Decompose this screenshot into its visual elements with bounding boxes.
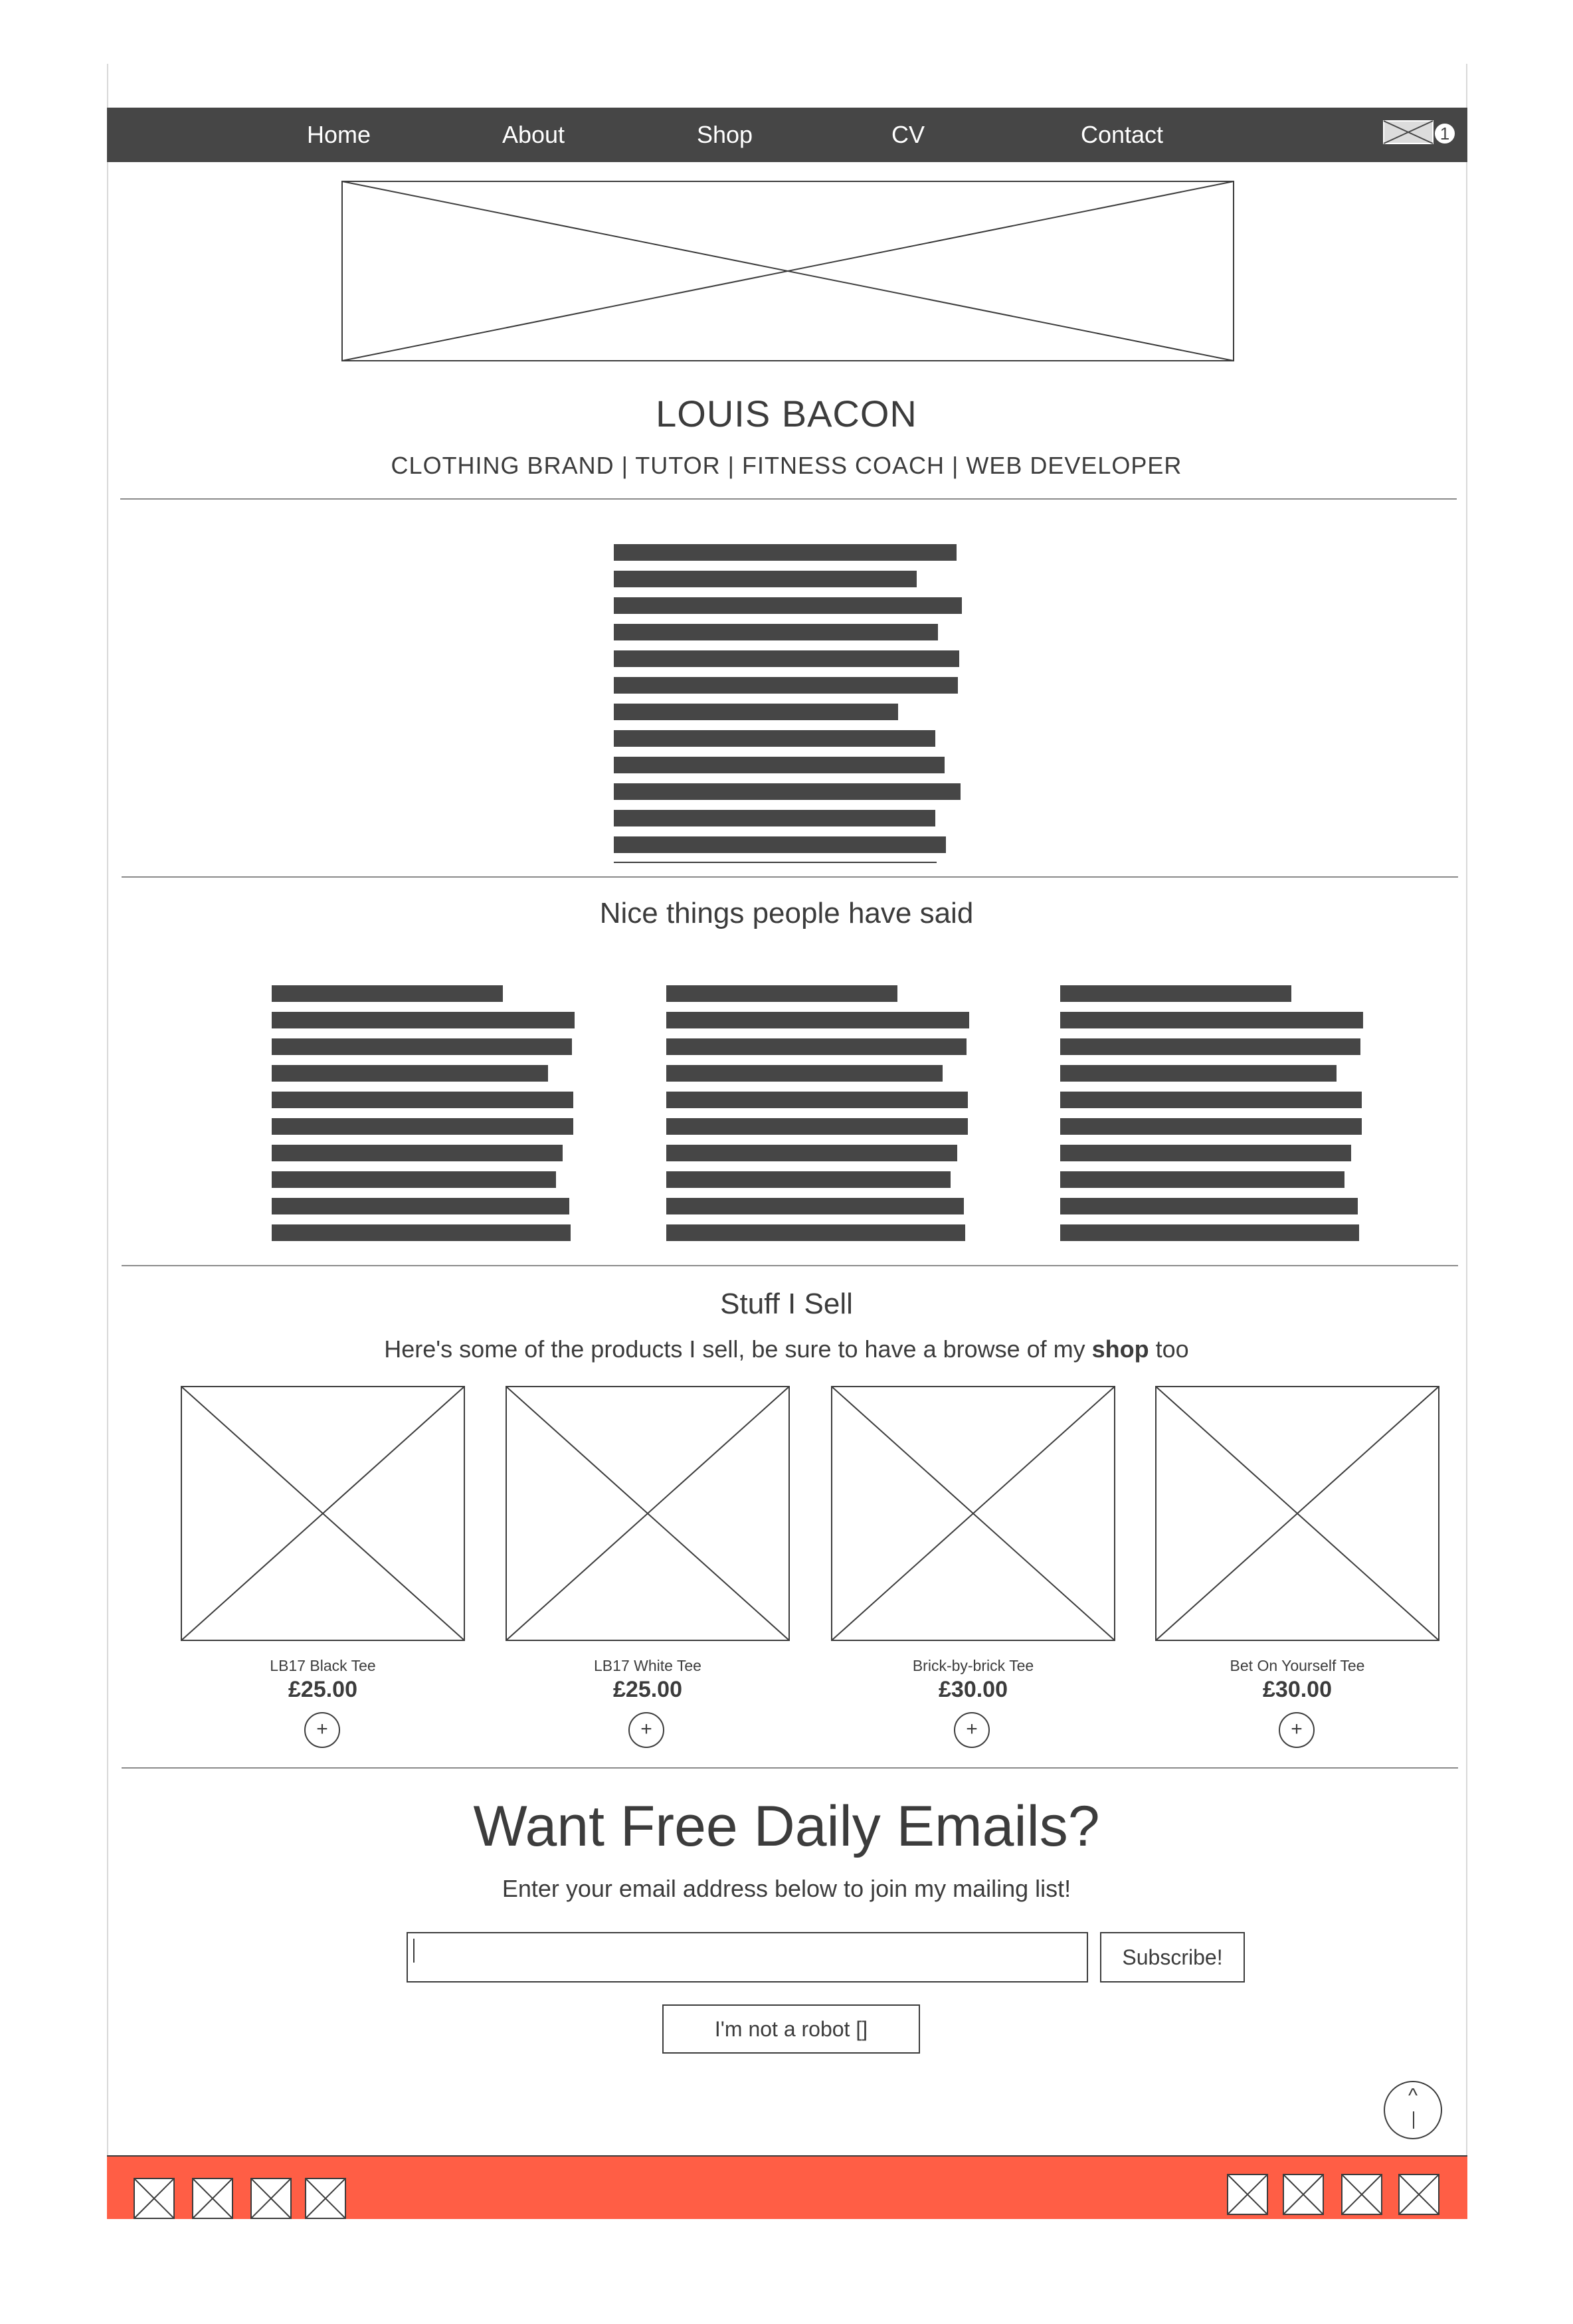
shop-link[interactable]: shop (1092, 1335, 1149, 1363)
text-line (1060, 1012, 1363, 1028)
text-line (272, 985, 503, 1002)
nav-home[interactable]: Home (307, 108, 371, 162)
text-line (666, 1171, 951, 1188)
social-icon[interactable] (250, 2178, 292, 2219)
social-icon[interactable] (134, 2178, 175, 2219)
add-to-cart-button[interactable]: + (304, 1712, 340, 1748)
shop-subtitle: Here's some of the products I sell, be s… (0, 1335, 1573, 1363)
envelope-icon[interactable] (1383, 120, 1434, 144)
social-icon[interactable] (305, 2178, 346, 2219)
text-line (614, 544, 957, 561)
hero-banner-image (341, 181, 1234, 361)
product-name: LB17 White Tee (594, 1657, 701, 1674)
text-line (666, 1038, 967, 1055)
text-line (272, 1092, 573, 1108)
nav-shop[interactable]: Shop (697, 108, 753, 162)
nav-about[interactable]: About (502, 108, 565, 162)
section-divider (122, 1265, 1458, 1266)
text-line (272, 1171, 556, 1188)
product-image[interactable] (506, 1386, 790, 1641)
product-image[interactable] (181, 1386, 465, 1641)
text-line (614, 571, 917, 587)
text-line (1060, 1224, 1359, 1241)
section-divider (122, 876, 1458, 878)
add-to-cart-button[interactable]: + (954, 1712, 990, 1748)
add-to-cart-button[interactable]: + (1279, 1712, 1315, 1748)
shop-subtitle-text: too (1149, 1335, 1189, 1363)
newsletter-title: Want Free Daily Emails? (473, 1794, 1100, 1858)
text-line (272, 1118, 573, 1135)
text-line (614, 650, 959, 667)
section-divider (122, 1767, 1458, 1769)
shop-title: Stuff I Sell (720, 1288, 853, 1320)
text-underline (614, 862, 937, 863)
top-navigation: Home About Shop CV Contact (107, 108, 1467, 162)
text-line (614, 624, 938, 640)
add-to-cart-button[interactable]: + (628, 1712, 664, 1748)
text-line (1060, 1145, 1351, 1161)
product-price: £25.00 (613, 1677, 682, 1702)
email-input[interactable] (407, 1932, 1088, 1983)
social-icon[interactable] (1227, 2174, 1268, 2215)
product-image[interactable] (831, 1386, 1115, 1641)
text-line (666, 1224, 965, 1241)
social-icon[interactable] (1341, 2174, 1382, 2215)
captcha-checkbox[interactable]: I'm not a robot [] (662, 2004, 920, 2054)
social-icon[interactable] (1398, 2174, 1439, 2215)
product-name: Bet On Yourself Tee (1230, 1657, 1365, 1674)
text-line (666, 1065, 943, 1082)
text-line (614, 704, 898, 720)
arrow-up-stem (1413, 2111, 1414, 2129)
social-icon[interactable] (192, 2178, 233, 2219)
text-line (614, 783, 961, 800)
text-line (614, 597, 962, 614)
nav-cv[interactable]: CV (891, 108, 925, 162)
text-line (666, 1198, 964, 1214)
arrow-up-icon: ^ (1408, 2085, 1418, 2107)
text-line (666, 1118, 968, 1135)
shop-subtitle-text: Here's some of the products I sell, be s… (384, 1335, 1092, 1363)
hero-title: LOUIS BACON (656, 393, 917, 435)
text-line (666, 1145, 957, 1161)
nav-contact[interactable]: Contact (1081, 108, 1163, 162)
social-icon[interactable] (1283, 2174, 1324, 2215)
newsletter-subtitle: Enter your email address below to join m… (502, 1875, 1071, 1902)
text-line (1060, 1038, 1360, 1055)
text-line (666, 1012, 969, 1028)
back-to-top-button[interactable]: ^ (1384, 2081, 1442, 2139)
text-line (1060, 1171, 1344, 1188)
text-line (272, 1145, 563, 1161)
section-divider (120, 498, 1457, 500)
testimonials-title: Nice things people have said (599, 897, 974, 929)
text-line (1060, 1065, 1337, 1082)
text-line (272, 1012, 575, 1028)
text-line (272, 1198, 569, 1214)
product-name: LB17 Black Tee (270, 1657, 376, 1674)
text-cursor (413, 1939, 415, 1963)
text-line (1060, 1118, 1362, 1135)
text-line (272, 1224, 571, 1241)
text-line (614, 730, 935, 747)
text-line (614, 757, 945, 773)
product-name: Brick-by-brick Tee (912, 1657, 1034, 1674)
text-line (666, 985, 897, 1002)
text-line (614, 810, 935, 826)
hero-subtitle: CLOTHING BRAND | TUTOR | FITNESS COACH |… (391, 452, 1182, 479)
product-price: £25.00 (288, 1677, 357, 1702)
product-price: £30.00 (939, 1677, 1008, 1702)
text-line (1060, 1092, 1362, 1108)
product-image[interactable] (1155, 1386, 1439, 1641)
text-line (614, 836, 946, 853)
text-line (272, 1038, 572, 1055)
product-price: £30.00 (1263, 1677, 1332, 1702)
text-line (272, 1065, 548, 1082)
text-line (1060, 985, 1291, 1002)
text-line (614, 677, 958, 694)
mail-count-badge: 1 (1434, 122, 1456, 145)
text-line (1060, 1198, 1358, 1214)
subscribe-button[interactable]: Subscribe! (1100, 1932, 1245, 1983)
text-line (666, 1092, 968, 1108)
